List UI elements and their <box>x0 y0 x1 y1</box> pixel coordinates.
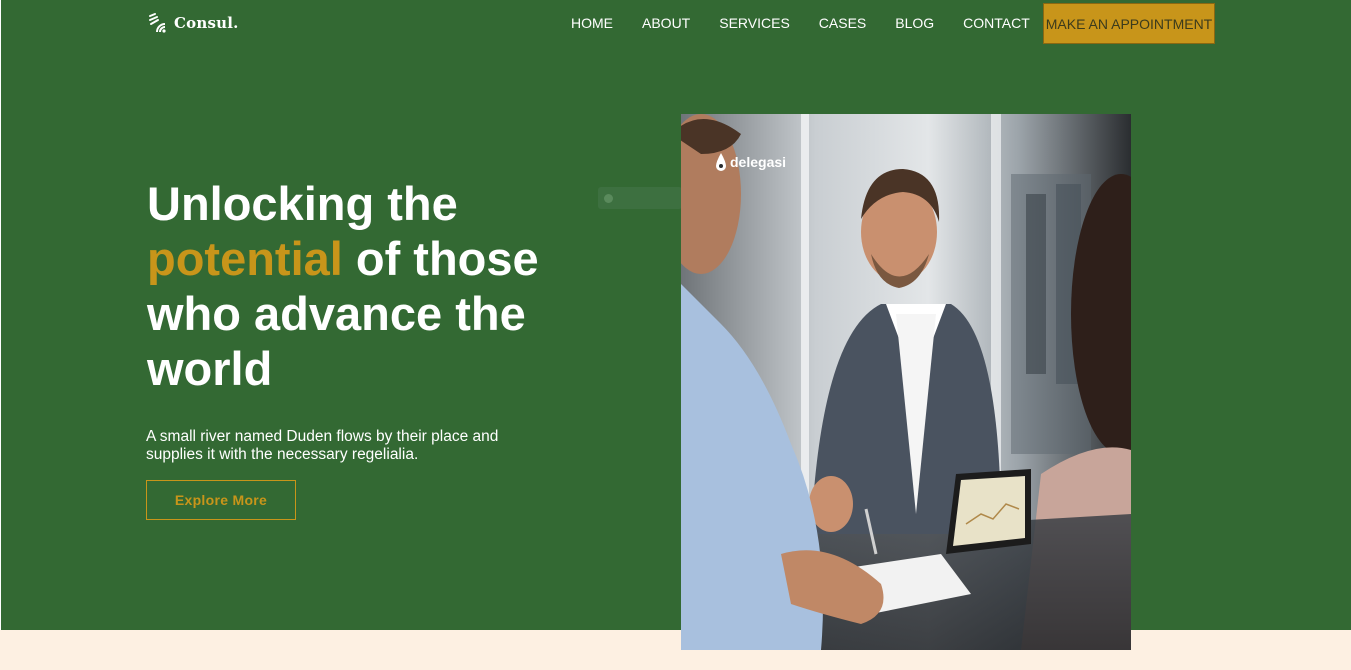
nav-cases[interactable]: CASES <box>819 15 866 31</box>
brand-logo[interactable]: Consul. <box>147 12 239 34</box>
nav-services[interactable]: SERVICES <box>719 15 790 31</box>
faded-badge-dot <box>604 193 613 203</box>
photo-watermark-logo: delegasi <box>715 152 786 172</box>
wifi-signal-icon <box>149 13 166 33</box>
headline-accent: potential <box>147 232 343 285</box>
brand-name: Consul. <box>174 14 239 32</box>
photo-logo-text: delegasi <box>730 154 787 170</box>
droplet-logo-icon <box>716 153 726 171</box>
faded-badge <box>598 187 682 209</box>
hero-subtext: A small river named Duden flows by their… <box>146 428 499 463</box>
make-appointment-button[interactable]: MAKE AN APPOINTMENT <box>1043 3 1215 44</box>
nav-contact[interactable]: CONTACT <box>963 15 1030 31</box>
nav-about[interactable]: ABOUT <box>642 15 690 31</box>
business-meeting-illustration <box>681 114 1131 650</box>
next-section-band <box>0 630 1351 670</box>
headline-part1: Unlocking the <box>147 177 458 230</box>
nav-home[interactable]: HOME <box>571 15 613 31</box>
nav-blog[interactable]: BLOG <box>895 15 934 31</box>
main-nav: HOME ABOUT SERVICES CASES BLOG CONTACT <box>571 15 1030 31</box>
hero-photo: delegasi <box>681 114 1131 650</box>
hero-headline: Unlocking the potential of those who adva… <box>147 176 617 396</box>
explore-more-button[interactable]: Explore More <box>146 480 296 520</box>
